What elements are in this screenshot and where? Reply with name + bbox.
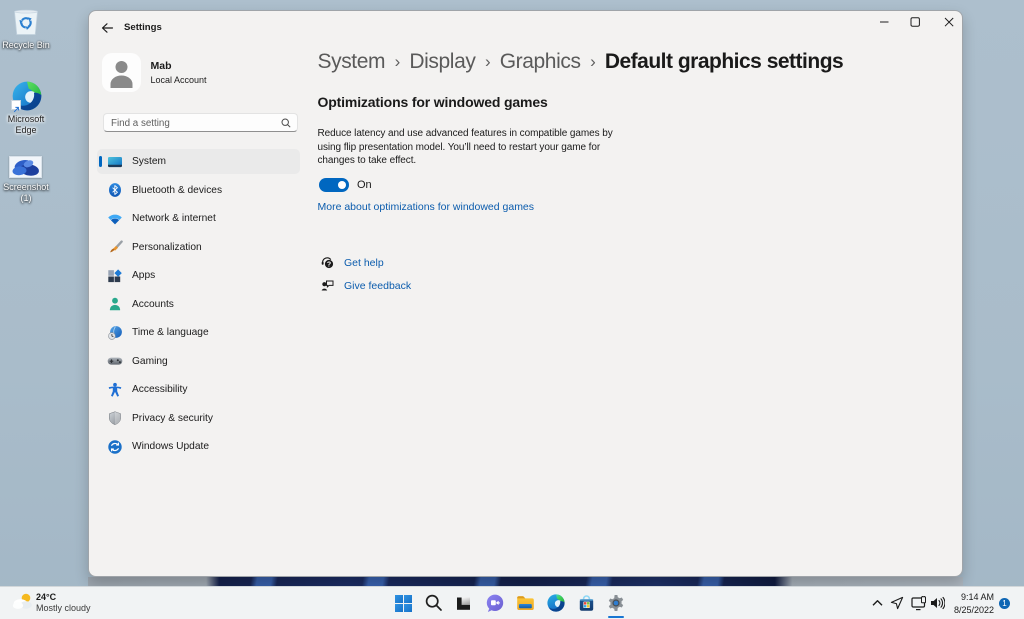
svg-text:?: ?	[327, 262, 331, 269]
